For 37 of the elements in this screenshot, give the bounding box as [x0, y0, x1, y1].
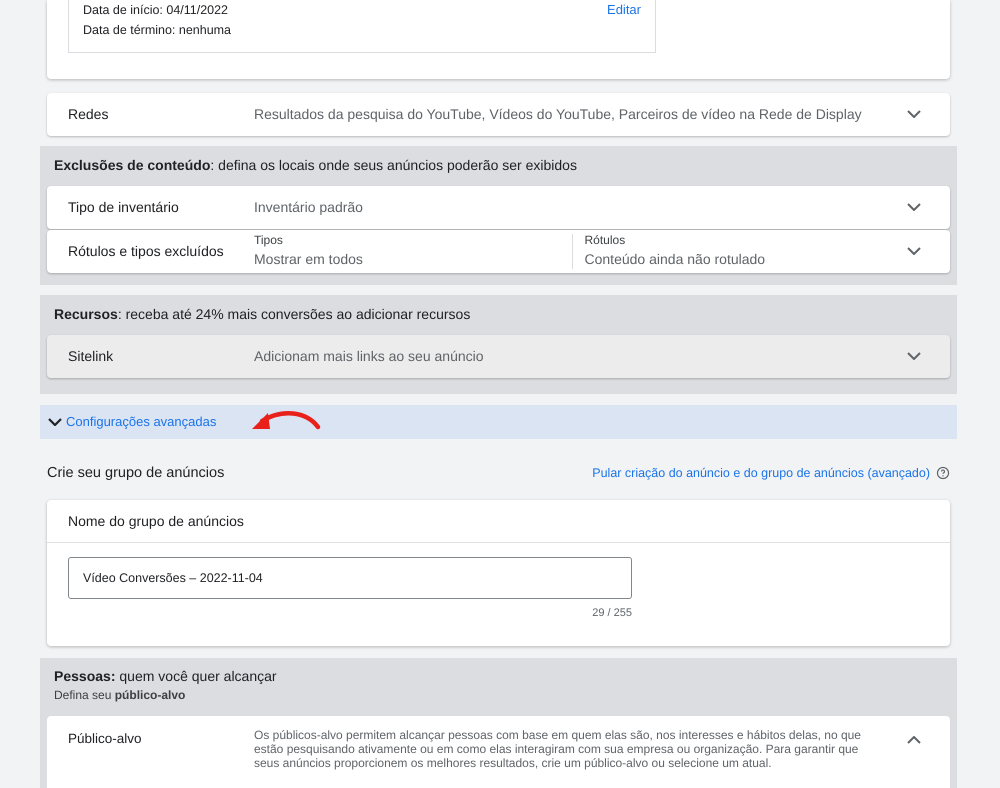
section-subheading: Defina seu público-alvo: [53, 687, 186, 704]
row-label: Tipo de inventário: [68, 198, 180, 217]
settings-row[interactable]: Redes Resultados da pesquisa do YouTube, Vídeos do YouTube, Parceiros de vídeo na Rede de Display: [47, 92, 950, 136]
settings-row[interactable]: Rótulos e tipos excluídos Tipos Mostrar em todos Rótulos Conteúdo ainda não rotulado: [47, 230, 950, 272]
row-label: Redes: [68, 104, 110, 124]
row-value: Resultados da pesquisa do YouTube, Vídeos do YouTube, Parceiros de vídeo na Rede de Display: [254, 104, 863, 124]
row-label: Rótulos e tipos excluídos: [68, 242, 225, 261]
section-heading: Recursos: receba até 24% mais conversões ao adicionar recursos: [53, 305, 472, 324]
chevron-up-icon: [907, 736, 921, 744]
schedule-date: Data de início: 04/11/2022: [83, 2, 230, 18]
edit-link[interactable]: Editar: [607, 0, 641, 20]
field-label: Rótulos: [584, 232, 626, 248]
ad-group-name-field[interactable]: Vídeo Conversões – 2022-11-04: [68, 557, 632, 600]
row-value: Adicionam mais links ao seu anúncio: [254, 346, 485, 366]
chevron-down-icon: [907, 247, 921, 255]
chevron-down-icon: [48, 418, 62, 426]
field-label: Tipos: [254, 232, 284, 248]
settings-row[interactable]: Tipo de inventário Inventário padrão: [47, 186, 950, 228]
row-label: Sitelink: [68, 346, 114, 366]
advanced-settings-toggle[interactable]: Configurações avançadas: [40, 412, 216, 432]
skip-link[interactable]: Pular criação do anúncio e do grupo de anúncios (avançado): [592, 464, 930, 483]
card-title: Nome do grupo de anúncios: [68, 512, 244, 531]
field-value: Mostrar em todos: [254, 250, 364, 269]
curved-arrow-annotation: [252, 410, 320, 429]
chevron-down-icon: [907, 352, 921, 360]
section-heading: Exclusões de conteúdo: defina os locais onde seus anúncios poderão ser exibidos: [53, 156, 578, 175]
help-icon[interactable]: [936, 466, 950, 480]
section-title: Crie seu grupo de anúncios: [47, 464, 224, 482]
character-counter: 29 / 255: [592, 606, 632, 622]
section-heading: Pessoas: quem você quer alcançar: [53, 667, 278, 686]
field-value: Conteúdo ainda não rotulado: [584, 250, 766, 269]
chevron-down-icon: [907, 110, 921, 118]
row-value: Inventário padrão: [254, 198, 364, 217]
row-label: Público-alvo: [68, 730, 143, 748]
chevron-down-icon: [907, 203, 921, 211]
row-description: Os públicos-alvo permitem alcançar pessoas com base em quem elas são, nos interesses e hábitos delas, no que estão pesquisando ativamente ou em como elas interagiram com sua empresa ou organização. Para garantir que seus anúncios proporcionem os melhores resultados, crie um público-alvo ou selecione um atual.: [254, 728, 862, 770]
schedule-date: Data de término: nenhuma: [83, 22, 232, 38]
